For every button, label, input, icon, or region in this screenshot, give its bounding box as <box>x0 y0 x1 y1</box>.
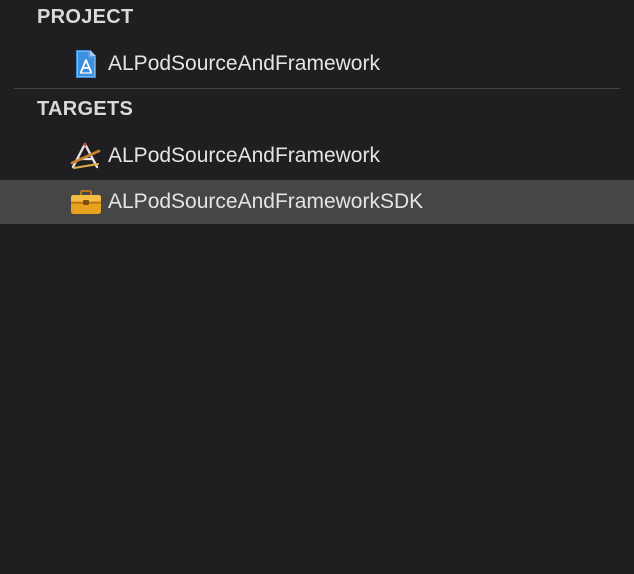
framework-toolbox-icon <box>70 187 102 217</box>
section-header-targets: TARGETS <box>37 98 134 120</box>
project-item[interactable]: ALPodSourceAndFramework <box>0 42 634 86</box>
target-item-app-label: ALPodSourceAndFramework <box>108 144 380 167</box>
target-item-sdk-label: ALPodSourceAndFrameworkSDK <box>108 190 424 213</box>
project-navigator-pane: PROJECT ALPodSourceAndFramework TARGETS <box>0 0 634 574</box>
app-target-icon <box>70 141 102 171</box>
target-item-sdk[interactable]: ALPodSourceAndFrameworkSDK <box>0 180 634 224</box>
project-item-label: ALPodSourceAndFramework <box>108 52 380 75</box>
section-header-project: PROJECT <box>37 6 134 28</box>
section-divider <box>14 88 620 89</box>
target-item-app[interactable]: ALPodSourceAndFramework <box>0 134 634 178</box>
xcodeproj-icon <box>70 49 102 79</box>
